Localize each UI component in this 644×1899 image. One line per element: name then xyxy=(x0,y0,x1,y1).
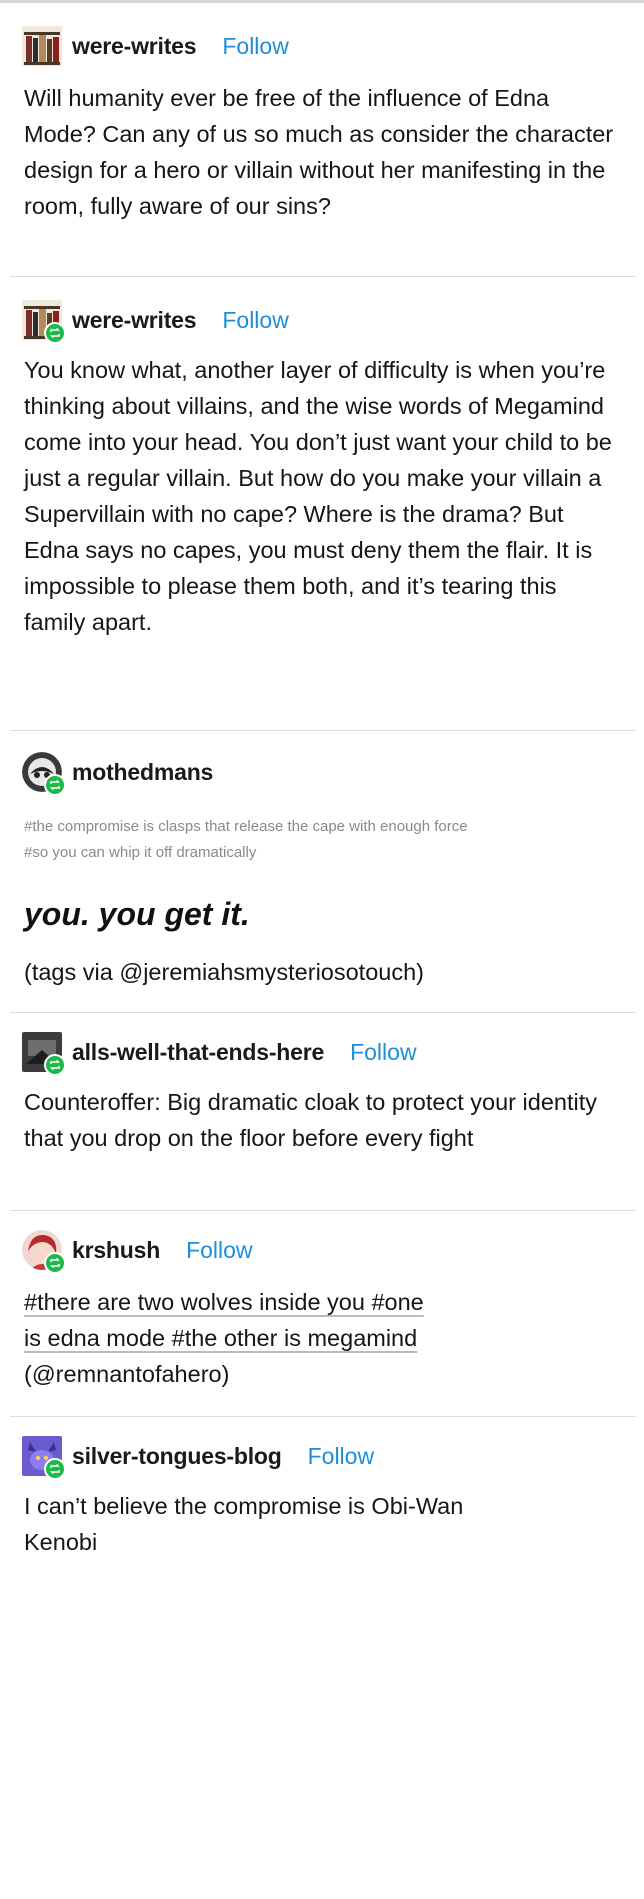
post-3-header: mothedmans xyxy=(22,750,213,796)
post-1-text: Will humanity ever be free of the influe… xyxy=(24,85,614,219)
post-4-username[interactable]: alls-well-that-ends-here xyxy=(72,1039,324,1066)
reblog-icon xyxy=(44,1458,66,1480)
post-5-header: krshush Follow xyxy=(22,1228,253,1274)
person-avatar-icon[interactable] xyxy=(22,1230,66,1274)
moth-avatar-icon[interactable] xyxy=(22,752,66,796)
blog-avatar-icon[interactable] xyxy=(22,1032,66,1076)
post-2-follow-button[interactable]: Follow xyxy=(222,307,288,334)
post-5-hashtag-line-1[interactable]: #there are two wolves inside you #one xyxy=(24,1284,624,1320)
reblog-icon xyxy=(44,322,66,344)
reblog-icon xyxy=(44,1252,66,1274)
post-3-username[interactable]: mothedmans xyxy=(72,759,213,786)
post-4-header: alls-well-that-ends-here Follow xyxy=(22,1030,417,1076)
post-1-follow-button[interactable]: Follow xyxy=(222,33,288,60)
post-3-tags-line-1[interactable]: #the compromise is clasps that release t… xyxy=(24,814,634,840)
bookshelf-avatar-icon[interactable] xyxy=(22,300,66,344)
post-divider xyxy=(10,1012,636,1013)
post-6-username[interactable]: silver-tongues-blog xyxy=(72,1443,282,1470)
post-5-hashtag-line-2[interactable]: is edna mode #the other is megamind xyxy=(24,1320,624,1356)
post-4-text: Counteroffer: Big dramatic cloak to prot… xyxy=(24,1089,597,1151)
post-6-follow-button[interactable]: Follow xyxy=(308,1443,374,1470)
post-2-header: were-writes Follow xyxy=(22,298,289,344)
post-divider xyxy=(10,1210,636,1211)
post-5-follow-button[interactable]: Follow xyxy=(186,1237,252,1264)
post-3-tags-via: (tags via @jeremiahsmysteriosotouch) xyxy=(24,959,424,985)
post-3-big-text: you. you get it. xyxy=(24,896,250,932)
reblog-icon xyxy=(44,774,66,796)
post-3-tags-line-2[interactable]: #so you can whip it off dramatically xyxy=(24,840,634,866)
post-2-text: You know what, another layer of difficul… xyxy=(24,357,612,635)
post-1-username[interactable]: were-writes xyxy=(72,33,197,60)
reblog-icon xyxy=(44,1054,66,1076)
post-6-text: I can’t believe the compromise is Obi-Wa… xyxy=(24,1493,464,1555)
post-divider xyxy=(10,730,636,731)
post-5-mention[interactable]: (@remnantofahero) xyxy=(24,1356,624,1392)
top-divider xyxy=(0,0,644,3)
bookshelf-avatar-icon[interactable] xyxy=(22,26,62,66)
post-1-header: were-writes Follow xyxy=(22,24,289,68)
post-2-username[interactable]: were-writes xyxy=(72,307,197,334)
post-4-follow-button[interactable]: Follow xyxy=(350,1039,416,1066)
post-divider xyxy=(10,1416,636,1417)
post-6-header: silver-tongues-blog Follow xyxy=(22,1434,374,1480)
post-divider xyxy=(10,276,636,277)
purple-creature-avatar-icon[interactable] xyxy=(22,1436,66,1480)
post-5-username[interactable]: krshush xyxy=(72,1237,160,1264)
